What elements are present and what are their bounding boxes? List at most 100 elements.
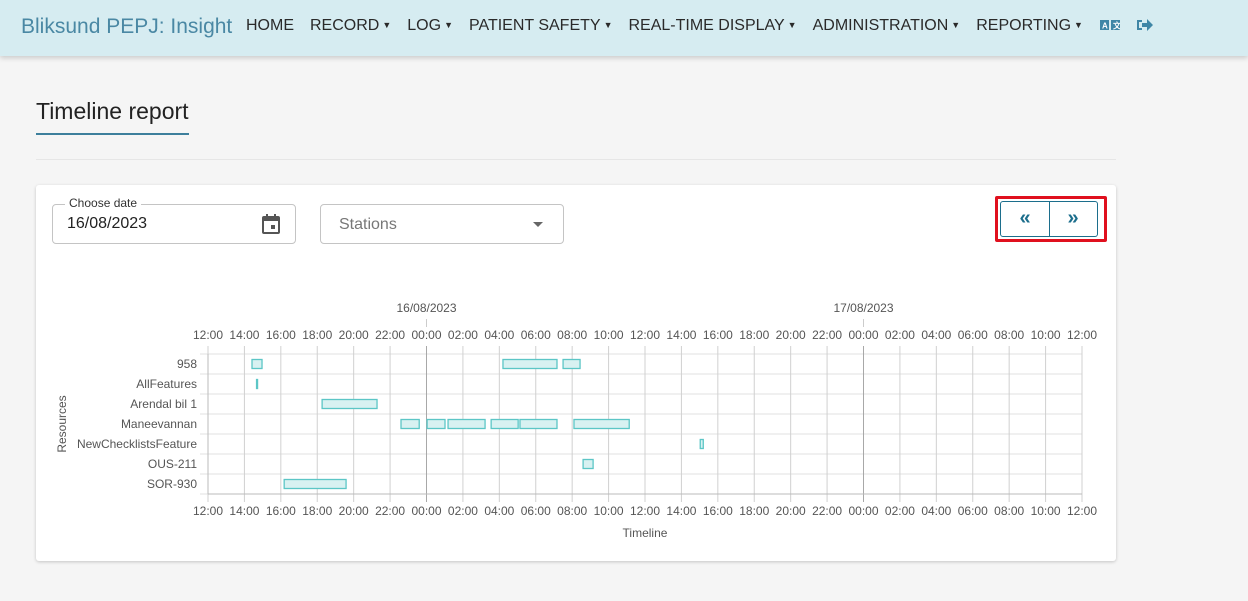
nav-item-log[interactable]: LOG ▼ — [407, 17, 453, 35]
nav-item-label: ADMINISTRATION — [812, 17, 949, 34]
y-axis-title: Resources — [55, 395, 69, 452]
x-tick-label-bottom: 12:00 — [630, 504, 660, 518]
timeline-event-bar — [519, 418, 558, 430]
x-tick-label-top: 00:00 — [411, 328, 441, 342]
x-tick-label-bottom: 02:00 — [448, 504, 478, 518]
x-tick-label-bottom: 08:00 — [557, 504, 587, 518]
timeline-event-bar — [582, 458, 594, 470]
page-title: Timeline report — [36, 98, 189, 135]
timeline-event-bar — [283, 478, 347, 490]
resource-label: Maneevannan — [121, 417, 197, 431]
x-axis-title: Timeline — [623, 526, 668, 540]
caret-down-icon: ▼ — [951, 20, 961, 30]
nav-item-patient-safety[interactable]: PATIENT SAFETY ▼ — [469, 17, 613, 35]
resource-label: NewChecklistsFeature — [77, 437, 197, 451]
x-tick-label-bottom: 20:00 — [776, 504, 806, 518]
timeline-event-bar — [573, 418, 630, 430]
date-label: 17/08/2023 — [833, 301, 893, 315]
x-tick-label-top: 20:00 — [339, 328, 369, 342]
caret-down-icon: ▼ — [382, 20, 392, 30]
x-tick-label-bottom: 06:00 — [521, 504, 551, 518]
x-tick-label-top: 14:00 — [666, 328, 696, 342]
nav-item-record[interactable]: RECORD ▼ — [310, 17, 391, 35]
timeline-event-bar — [400, 418, 420, 430]
x-tick-label-top: 10:00 — [594, 328, 624, 342]
x-tick-label-top: 08:00 — [994, 328, 1024, 342]
x-tick-label-top: 08:00 — [557, 328, 587, 342]
x-tick-label-top: 18:00 — [739, 328, 769, 342]
x-tick-label-top: 12:00 — [1067, 328, 1097, 342]
navbar: Bliksund PEPJ: Insight HOME RECORD ▼ LOG ▼ PA… — [0, 0, 1248, 56]
caret-down-icon: ▼ — [1074, 20, 1083, 30]
timeline-event-bar — [426, 418, 446, 430]
nav-item-reporting[interactable]: REPORTING ▼ — [976, 17, 1083, 35]
x-tick-label-top: 20:00 — [776, 328, 806, 342]
x-tick-label-top: 16:00 — [266, 328, 296, 342]
timeline-event-bar — [255, 378, 259, 390]
x-tick-label-bottom: 12:00 — [1067, 504, 1097, 518]
x-tick-label-top: 00:00 — [848, 328, 878, 342]
x-tick-label-bottom: 14:00 — [666, 504, 696, 518]
x-tick-label-bottom: 04:00 — [921, 504, 951, 518]
timeline-chart: 12:00 12:00 14:00 14:00 16:00 16:00 18:00 18:00… — [55, 301, 1097, 540]
x-tick-label-bottom: 02:00 — [885, 504, 915, 518]
nav-item-label: HOME — [246, 17, 294, 34]
x-tick-label-top: 04:00 — [921, 328, 951, 342]
x-tick-label-bottom: 10:00 — [594, 504, 624, 518]
x-tick-label-top: 18:00 — [302, 328, 332, 342]
x-tick-label-top: 14:00 — [229, 328, 259, 342]
timeline-event-bar — [321, 398, 378, 410]
divider — [36, 159, 1116, 160]
svg-text:A: A — [1102, 22, 1108, 31]
caret-down-icon: ▼ — [444, 20, 453, 30]
x-tick-label-bottom: 10:00 — [1031, 504, 1061, 518]
timeline-event-bar — [502, 358, 558, 370]
brand-logo-text[interactable]: Bliksund PEPJ: Insight — [21, 15, 232, 39]
x-tick-label-bottom: 08:00 — [994, 504, 1024, 518]
x-tick-label-top: 02:00 — [448, 328, 478, 342]
x-tick-label-bottom: 14:00 — [229, 504, 259, 518]
timeline-event-bar — [699, 438, 704, 450]
nav-item-administration[interactable]: ADMINISTRATION ▼ — [813, 17, 961, 35]
x-tick-label-top: 10:00 — [1031, 328, 1061, 342]
x-tick-label-top: 02:00 — [885, 328, 915, 342]
x-tick-label-bottom: 16:00 — [266, 504, 296, 518]
x-tick-label-top: 12:00 — [193, 328, 223, 342]
resource-label: OUS-211 — [148, 457, 197, 471]
x-tick-label-bottom: 20:00 — [339, 504, 369, 518]
nav-menu: HOME RECORD ▼ LOG ▼ PATIENT SAFETY ▼ REAL-TIME … — [246, 17, 1083, 35]
logout-icon[interactable] — [1136, 18, 1154, 35]
x-tick-label-top: 06:00 — [521, 328, 551, 342]
timeline-event-bar — [562, 358, 581, 370]
x-tick-label-top: 12:00 — [630, 328, 660, 342]
nav-item-label: REAL-TIME DISPLAY — [628, 17, 785, 34]
x-tick-label-top: 06:00 — [958, 328, 988, 342]
x-tick-label-top: 22:00 — [375, 328, 405, 342]
x-tick-label-bottom: 16:00 — [703, 504, 733, 518]
timeline-event-bar — [251, 358, 263, 370]
nav-item-label: RECORD — [310, 17, 380, 34]
x-tick-label-top: 04:00 — [484, 328, 514, 342]
timeline-event-bar — [490, 418, 519, 430]
caret-down-icon: ▼ — [787, 20, 797, 30]
x-tick-label-bottom: 06:00 — [958, 504, 988, 518]
x-tick-label-top: 22:00 — [812, 328, 842, 342]
svg-text:文: 文 — [1113, 21, 1120, 31]
resource-label: Arendal bil 1 — [130, 397, 197, 411]
nav-item-home[interactable]: HOME — [246, 17, 294, 35]
x-tick-label-bottom: 18:00 — [739, 504, 769, 518]
x-tick-label-bottom: 22:00 — [812, 504, 842, 518]
timeline-event-bar — [447, 418, 486, 430]
timeline-card: Choose date 16/08/2023 Stations « » 12:0… — [36, 185, 1116, 561]
x-tick-label-bottom: 04:00 — [484, 504, 514, 518]
nav-item-label: LOG — [407, 17, 442, 34]
resource-label: SOR-930 — [147, 477, 197, 491]
language-icon[interactable]: A文 — [1100, 18, 1122, 34]
caret-down-icon: ▼ — [603, 20, 613, 30]
nav-item-real-time-display[interactable]: REAL-TIME DISPLAY ▼ — [628, 17, 796, 35]
x-tick-label-bottom: 18:00 — [302, 504, 332, 518]
x-tick-label-bottom: 00:00 — [848, 504, 878, 518]
nav-item-label: REPORTING — [976, 17, 1072, 34]
nav-item-label: PATIENT SAFETY — [468, 17, 601, 34]
resource-label: 958 — [177, 357, 197, 371]
